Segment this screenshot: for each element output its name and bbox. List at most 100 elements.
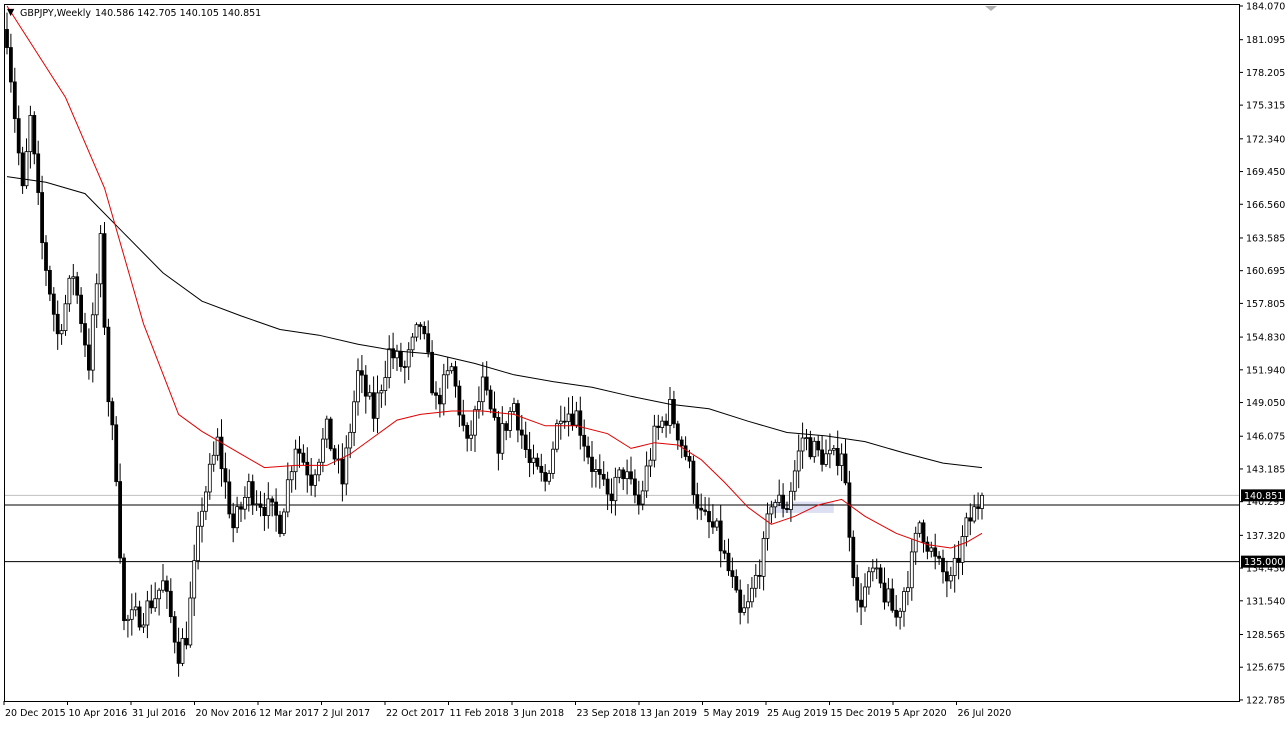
- candle-body: [188, 597, 193, 646]
- candle-body: [348, 431, 353, 449]
- candle-body: [890, 588, 895, 611]
- candle-body: [586, 445, 590, 458]
- candle-body: [98, 233, 103, 285]
- candle-body: [952, 557, 957, 576]
- candle-body: [242, 496, 247, 510]
- candle-body: [289, 471, 294, 481]
- candle-body: [367, 392, 372, 397]
- header-arrow[interactable]: ▼: [7, 7, 15, 18]
- candle-body: [804, 437, 809, 440]
- candle-body: [488, 389, 493, 410]
- candle-body: [102, 233, 107, 328]
- candle-body: [196, 525, 201, 561]
- candle-body: [59, 330, 64, 335]
- candle: [555, 419, 559, 453]
- candle-body: [601, 474, 606, 480]
- candle-body: [753, 574, 758, 589]
- y-tick-label: 157.805: [1246, 299, 1285, 310]
- candle-body: [714, 520, 719, 528]
- candle-body: [469, 434, 474, 439]
- x-tick-label: 3 Jun 2018: [513, 708, 564, 719]
- candle-body: [746, 601, 750, 609]
- candle-body: [51, 293, 56, 315]
- y-tick-label: 128.565: [1246, 630, 1285, 641]
- y-tick-label: 151.940: [1246, 365, 1285, 376]
- candle-body: [36, 153, 41, 193]
- candle-body: [145, 600, 150, 626]
- candle-body: [582, 434, 587, 447]
- candle-body: [504, 423, 509, 431]
- candle-body: [773, 502, 778, 508]
- candle-body: [523, 434, 528, 450]
- candle: [851, 530, 856, 587]
- x-tick-label: 15 Dec 2019: [831, 708, 892, 719]
- candle: [122, 553, 126, 631]
- x-tick-label: 26 Jul 2020: [958, 708, 1012, 719]
- candle-body: [531, 457, 536, 463]
- candle-body: [484, 376, 489, 391]
- candle-body: [402, 366, 407, 368]
- candle-body: [422, 326, 427, 335]
- candle-body: [164, 580, 169, 592]
- candle-body: [555, 423, 559, 450]
- candle-body: [816, 440, 821, 451]
- candle-body: [570, 413, 575, 426]
- candle-body: [644, 465, 649, 492]
- candle-body: [956, 557, 961, 563]
- candle-body: [192, 560, 197, 599]
- candle-body: [449, 366, 454, 372]
- candle-body: [851, 536, 856, 578]
- candle-body: [543, 472, 548, 482]
- candle-body: [492, 408, 497, 418]
- candle-body: [629, 471, 633, 480]
- candle-body: [929, 547, 934, 552]
- candle-body: [223, 468, 228, 483]
- candle-body: [395, 350, 399, 359]
- x-tick-label: 5 May 2019: [704, 708, 760, 719]
- candle-body: [512, 403, 516, 412]
- candle-body: [63, 303, 68, 331]
- y-tick-label: 154.830: [1246, 333, 1285, 344]
- candle-body: [906, 587, 910, 592]
- candle-body: [898, 610, 902, 618]
- candle-body: [414, 324, 419, 338]
- candle-body: [387, 348, 392, 378]
- candle-body: [812, 440, 817, 458]
- candle-body: [122, 557, 126, 622]
- candle-body: [621, 469, 626, 480]
- candle-body: [356, 370, 360, 403]
- candle-body: [12, 81, 17, 120]
- candle-body: [551, 448, 555, 474]
- chart-area[interactable]: 184.070 181.095 178.205 175.315 172.340 169.4…: [0, 0, 1288, 725]
- y-tick-label: 178.205: [1246, 68, 1285, 79]
- candle-body: [941, 557, 945, 573]
- candle-body: [496, 417, 501, 454]
- candle-body: [636, 494, 641, 505]
- candle-body: [180, 637, 185, 664]
- candle-body: [726, 552, 731, 572]
- candle-body: [675, 423, 680, 441]
- candle-body: [781, 494, 785, 509]
- candle-body: [617, 469, 622, 478]
- candle-body: [605, 478, 610, 495]
- candle: [281, 508, 286, 536]
- candle-body: [375, 392, 380, 419]
- candle-body: [161, 580, 165, 591]
- candle-body: [340, 458, 345, 485]
- candle-body: [972, 506, 977, 522]
- candle-body: [613, 476, 618, 502]
- candle-body: [133, 606, 138, 611]
- candle-body: [16, 118, 21, 154]
- candle-body: [820, 449, 824, 465]
- level-price-label: 135.000: [1244, 557, 1283, 568]
- candle-body: [359, 370, 364, 376]
- candle-body: [24, 151, 29, 187]
- y-tick-label: 181.095: [1246, 35, 1285, 46]
- price-chart[interactable]: 184.070 181.095 178.205 175.315 172.340 169.4…: [0, 0, 1288, 725]
- y-tick-label: 122.785: [1246, 695, 1285, 706]
- candle-body: [933, 547, 938, 557]
- candle-body: [239, 506, 243, 510]
- candle-body: [461, 414, 466, 426]
- candle-body: [383, 377, 388, 391]
- candle-body: [757, 574, 762, 577]
